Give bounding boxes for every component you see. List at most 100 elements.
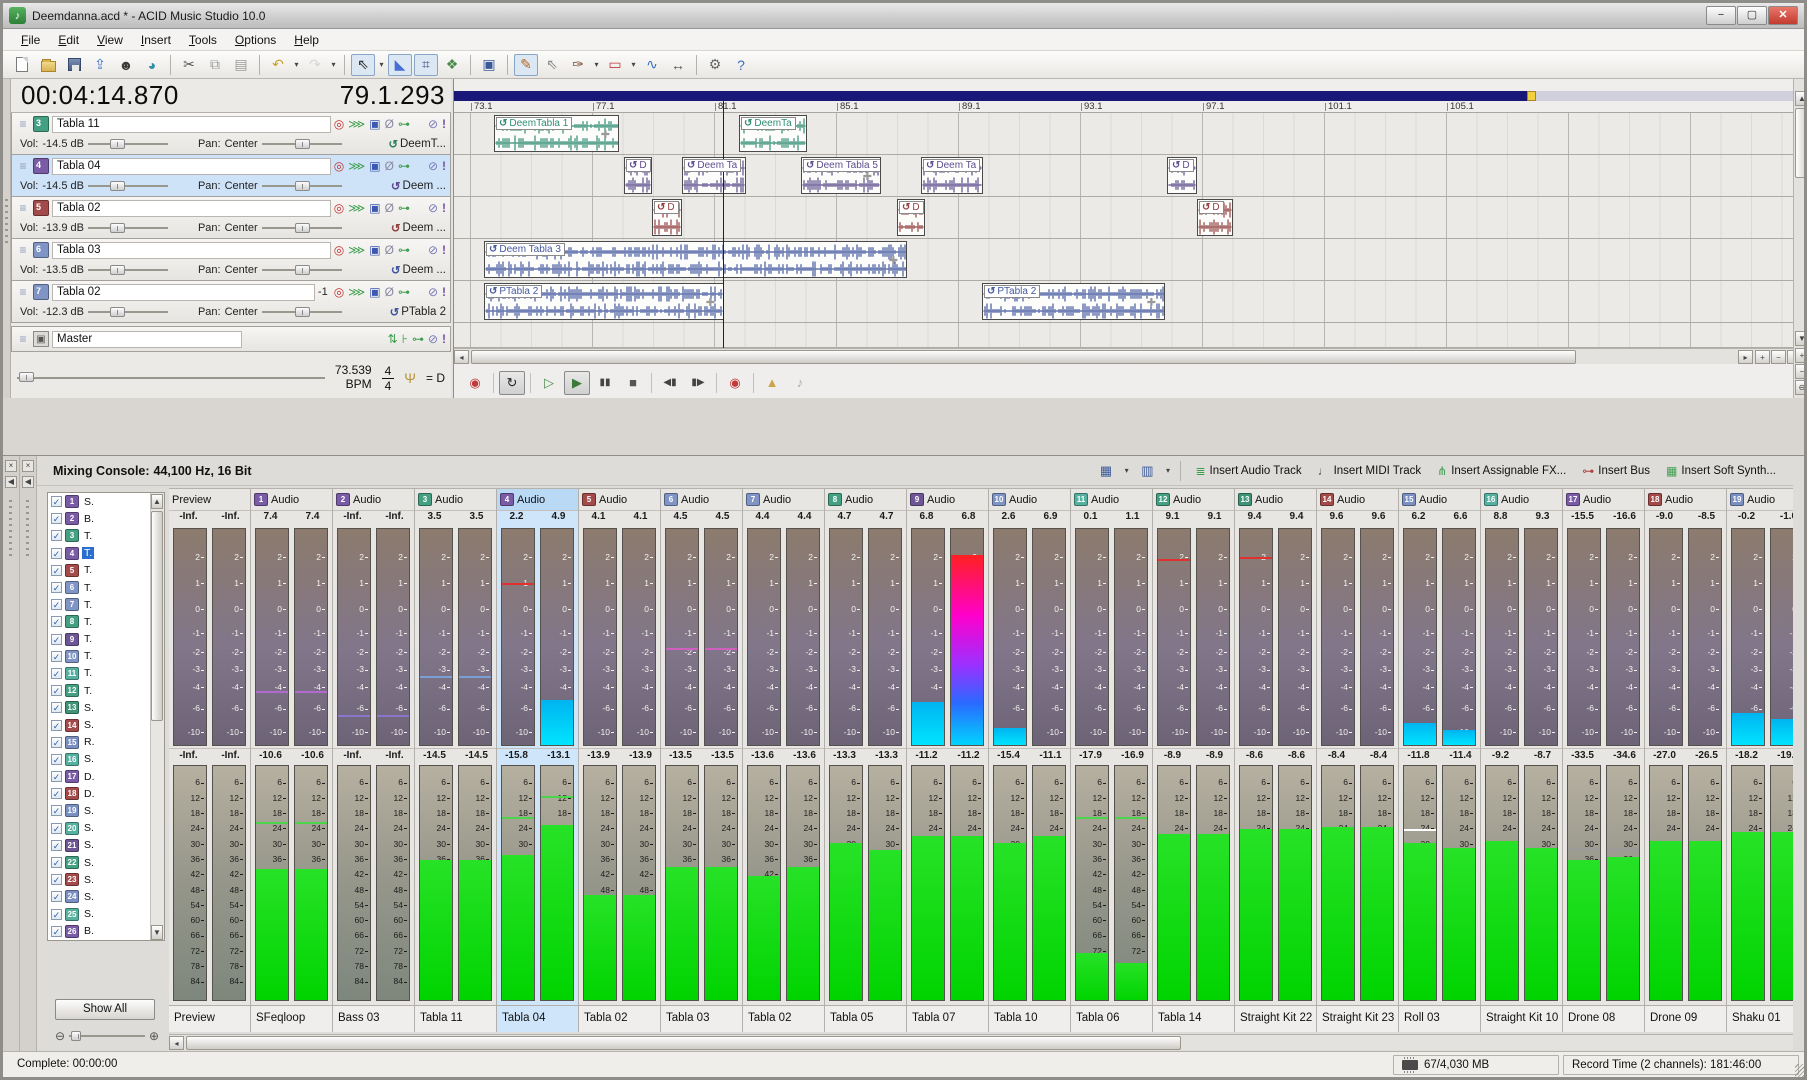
solo-icon[interactable]: ! <box>442 201 446 215</box>
timecode-display[interactable]: 00:04:14.870 <box>21 80 179 111</box>
track-header-tabla-11[interactable]: ≡3Tabla 11◎⋙▣Ø⊶⊘!Vol:-14.5 dBPan:Center↺… <box>11 113 451 155</box>
draw-tool-button[interactable]: ⇖ <box>351 54 375 76</box>
record-arm-icon[interactable]: ◎ <box>334 243 344 257</box>
audio-clip-d[interactable]: ↺D <box>1197 199 1233 236</box>
strip-header[interactable]: 3Audio <box>415 489 496 511</box>
track-header-tabla-02[interactable]: ≡7Tabla 02-1◎⋙▣Ø⊶⊘!Vol:-12.3 dBPan:Cente… <box>11 281 451 323</box>
bpm-display[interactable]: 73.539BPM <box>335 364 372 392</box>
tempo-slider[interactable] <box>17 372 325 384</box>
selection-tool-button[interactable]: ⌗ <box>414 54 438 76</box>
channel-list-item-10[interactable]: ✓10T. <box>48 648 164 665</box>
strip-name-label[interactable]: Tabla 02 <box>579 1005 660 1032</box>
strip-header[interactable]: 8Audio <box>825 489 906 511</box>
new-file-button[interactable] <box>10 54 34 76</box>
track-fx-icon[interactable]: ▣ <box>369 117 380 131</box>
timeline-lane[interactable]: ↺D↺D↺D <box>454 197 1793 239</box>
strip-header[interactable]: 5Audio <box>579 489 660 511</box>
checkbox[interactable]: ✓ <box>51 805 62 816</box>
project-end-marker[interactable] <box>1527 91 1536 101</box>
pan-slider[interactable] <box>262 265 342 275</box>
timeline-lane[interactable]: ↺PTabla 2✚↺PTabla 2✚ <box>454 281 1793 323</box>
properties-button[interactable]: ☻ <box>114 54 138 76</box>
checkbox[interactable]: ✓ <box>51 634 62 645</box>
strip-header[interactable]: 9Audio <box>907 489 988 511</box>
strip-name-label[interactable]: Tabla 04 <box>497 1005 578 1032</box>
envelope-edit-button[interactable]: ∿ <box>640 54 664 76</box>
strip-header[interactable]: 11Audio <box>1071 489 1152 511</box>
solo-icon[interactable]: ! <box>442 243 446 257</box>
mute-icon[interactable]: ⊘ <box>428 332 438 346</box>
strip-header[interactable]: 6Audio <box>661 489 742 511</box>
mixer-strip-tabla-11[interactable]: 3Audio3.53.5210-1-2-3-4-6-10210-1-2-3-4-… <box>415 489 497 1032</box>
strip-name-label[interactable]: Drone 09 <box>1645 1005 1726 1032</box>
checkbox[interactable]: ✓ <box>51 926 62 937</box>
strip-header[interactable]: 18Audio <box>1645 489 1726 511</box>
menu-item-tools[interactable]: Tools <box>181 31 225 49</box>
channel-list-item-5[interactable]: ✓5T. <box>48 562 164 579</box>
track-name-field[interactable]: Tabla 11 <box>52 116 331 133</box>
mixer-strip-tabla-06[interactable]: 11Audio0.11.1210-1-2-3-4-6-10210-1-2-3-4… <box>1071 489 1153 1032</box>
pan-slider[interactable] <box>262 223 342 233</box>
channel-list-item-9[interactable]: ✓9T. <box>48 631 164 648</box>
channel-list-item-25[interactable]: ✓25S. <box>48 906 164 923</box>
publish-button[interactable]: ⇪ <box>88 54 112 76</box>
strip-header[interactable]: 1Audio <box>251 489 332 511</box>
maximize-button[interactable]: ▢ <box>1737 6 1767 25</box>
track-fx-icon[interactable]: ▣ <box>369 285 380 299</box>
channel-list-item-16[interactable]: ✓16S. <box>48 751 164 768</box>
dropdown-arrow-icon[interactable]: ▾ <box>591 54 602 76</box>
play-button[interactable]: ▶ <box>564 371 590 395</box>
menu-item-edit[interactable]: Edit <box>50 31 87 49</box>
timeline-lane[interactable]: ↺D↺Deem Ta↺Deem Tabla 5✚↺Deem Ta↺D <box>454 155 1793 197</box>
checkbox[interactable]: ✓ <box>51 616 62 627</box>
checkbox[interactable]: ✓ <box>51 909 62 920</box>
strip-name-label[interactable]: Tabla 06 <box>1071 1005 1152 1032</box>
active-clip-label[interactable]: ↺DeemT... <box>388 137 446 151</box>
strip-header[interactable]: 7Audio <box>743 489 824 511</box>
stop-button[interactable]: ■ <box>620 371 646 395</box>
track-name-field[interactable]: Tabla 03 <box>52 242 331 259</box>
mixer-strip-roll-03[interactable]: 15Audio6.26.6210-1-2-3-4-6-10210-1-2-3-4… <box>1399 489 1481 1032</box>
fx-bypass-icon[interactable]: Ø <box>385 285 394 299</box>
timeline-lane[interactable] <box>454 323 1793 348</box>
pause-button[interactable]: ▮▮ <box>592 371 618 395</box>
open-button[interactable] <box>36 54 60 76</box>
dock-grip[interactable] <box>3 79 11 398</box>
volume-slider[interactable] <box>88 139 168 149</box>
meter-options-icon[interactable]: ▥ <box>1134 460 1160 482</box>
mixer-strip-tabla-14[interactable]: 12Audio9.19.1210-1-2-3-4-6-10210-1-2-3-4… <box>1153 489 1235 1032</box>
channel-list-item-8[interactable]: ✓8T. <box>48 613 164 630</box>
channel-list-item-21[interactable]: ✓21S. <box>48 837 164 854</box>
close-dock-icon[interactable]: × <box>5 460 17 472</box>
checkbox[interactable]: ✓ <box>51 599 62 610</box>
channel-list-item-26[interactable]: ✓26B. <box>48 923 164 940</box>
checkbox[interactable]: ✓ <box>51 548 62 559</box>
zoom-out-time-button[interactable]: − <box>1771 350 1786 364</box>
drag-grip-icon[interactable]: ≡ <box>16 332 30 346</box>
mixer-strip-straight-kit-23[interactable]: 14Audio9.69.6210-1-2-3-4-6-10210-1-2-3-4… <box>1317 489 1399 1032</box>
paint-tool-button[interactable]: ✑ <box>566 54 590 76</box>
dropdown-arrow-icon[interactable]: ▾ <box>376 54 387 76</box>
envelope-tool-button[interactable]: ◣ <box>388 54 412 76</box>
channel-list-item-1[interactable]: ✓1S. <box>48 493 164 510</box>
channel-list-item-4[interactable]: ✓4T. <box>48 545 164 562</box>
zoom-in-icon[interactable]: ⊕ <box>149 1029 159 1043</box>
strip-header[interactable]: 14Audio <box>1317 489 1398 511</box>
strip-header[interactable]: 2Audio <box>333 489 414 511</box>
scroll-up-icon[interactable]: ▲ <box>1795 91 1807 106</box>
channel-list-item-24[interactable]: ✓24S. <box>48 888 164 905</box>
strip-header[interactable]: 4Audio <box>497 489 578 511</box>
mute-icon[interactable]: ⊘ <box>428 285 438 299</box>
copy-button[interactable]: ⧉ <box>203 54 227 76</box>
strip-header[interactable]: 19Audio <box>1727 489 1793 511</box>
solo-icon[interactable]: ! <box>442 159 446 173</box>
strip-name-label[interactable]: Tabla 10 <box>989 1005 1070 1032</box>
strip-header[interactable]: 12Audio <box>1153 489 1234 511</box>
mute-icon[interactable]: ⊘ <box>428 159 438 173</box>
drag-grip-icon[interactable]: ≡ <box>16 117 30 131</box>
volume-slider[interactable] <box>88 307 168 317</box>
pan-slider[interactable] <box>262 181 342 191</box>
menu-item-help[interactable]: Help <box>286 31 327 49</box>
checkbox[interactable]: ✓ <box>51 754 62 765</box>
track-name-field[interactable]: Tabla 04 <box>52 158 331 175</box>
